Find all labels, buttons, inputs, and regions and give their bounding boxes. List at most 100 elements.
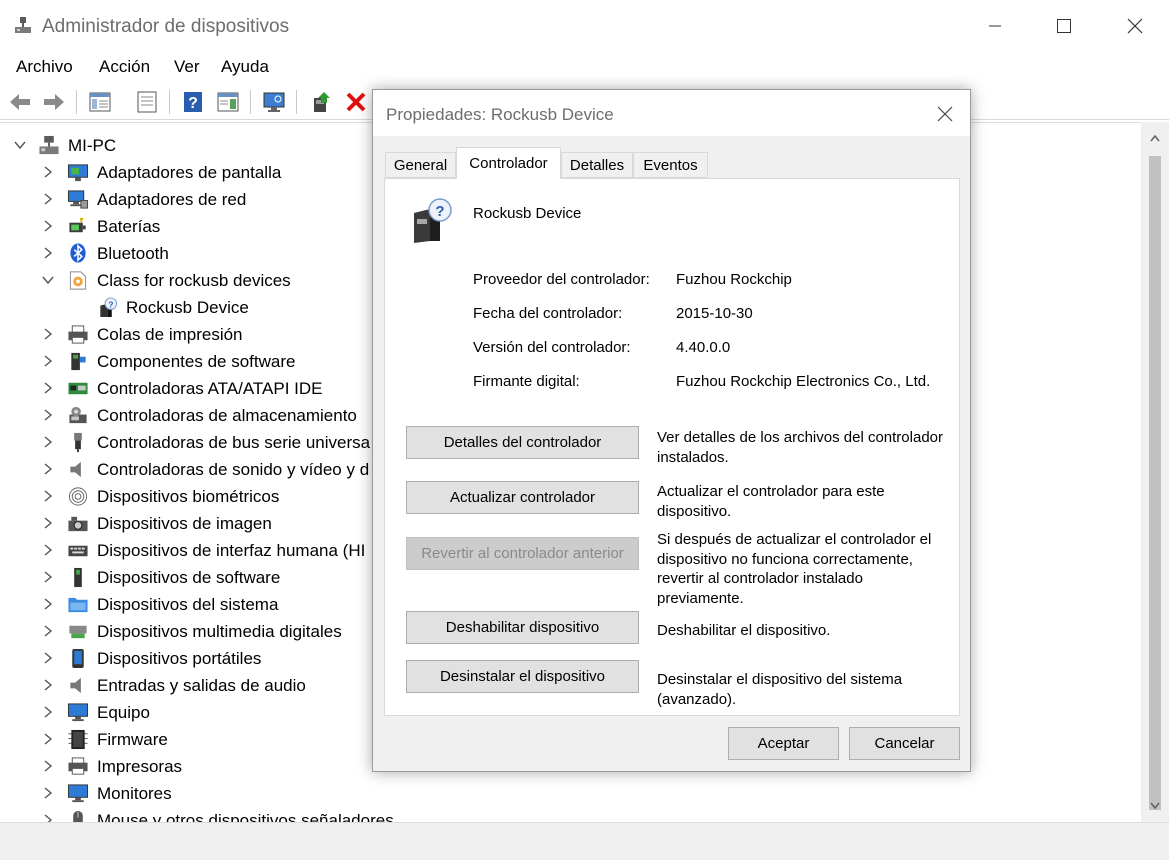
prop-label-date: Fecha del controlador: [473, 305, 623, 322]
disable-device-button[interactable]: Deshabilitar dispositivo [406, 611, 639, 644]
tree-item-label: Firmware [97, 730, 168, 749]
chevron-right-icon[interactable] [42, 652, 54, 664]
forward-arrow-icon[interactable] [42, 90, 66, 114]
driver-tab-panel: ? Rockusb Device Proveedor del controlad… [384, 178, 960, 716]
prop-label-provider: Proveedor del controlador: [473, 271, 650, 288]
cancel-button[interactable]: Cancelar [849, 727, 960, 760]
tree-item-label: Controladoras ATA/ATAPI IDE [97, 379, 323, 398]
rockusb-class-icon [69, 271, 87, 290]
tree-item-label: Dispositivos multimedia digitales [97, 622, 342, 641]
help-icon[interactable]: ? [181, 90, 205, 114]
chevron-right-icon[interactable] [42, 355, 54, 367]
prop-value-date: 2015-10-30 [676, 305, 753, 322]
multimedia-icon [69, 625, 87, 639]
scan-hardware-icon[interactable] [262, 90, 286, 114]
chevron-right-icon[interactable] [42, 706, 54, 718]
chevron-right-icon[interactable] [42, 220, 54, 232]
chevron-right-icon[interactable] [42, 517, 54, 529]
uninstall-x-icon[interactable] [344, 90, 368, 114]
chevron-right-icon[interactable] [42, 625, 54, 637]
bluetooth-icon [70, 243, 86, 263]
tree-item-label: Mouse y otros dispositivos señaladores [97, 811, 394, 822]
scroll-down-icon[interactable] [1150, 802, 1160, 810]
chevron-right-icon[interactable] [42, 328, 54, 340]
svg-text:?: ? [435, 203, 444, 220]
chevron-right-icon[interactable] [42, 598, 54, 610]
chevron-right-icon[interactable] [42, 760, 54, 772]
fingerprint-icon [68, 487, 88, 506]
usb-icon [74, 432, 82, 453]
chevron-right-icon[interactable] [42, 679, 54, 691]
scroll-up-icon[interactable] [1150, 134, 1160, 142]
dialog-title: Propiedades: Rockusb Device [386, 105, 614, 124]
chevron-right-icon[interactable] [42, 166, 54, 178]
close-icon [937, 106, 953, 122]
ok-button[interactable]: Aceptar [728, 727, 839, 760]
chevron-right-icon[interactable] [42, 247, 54, 259]
properties-icon[interactable] [135, 90, 159, 114]
software-device-icon [74, 567, 82, 588]
chevron-right-icon[interactable] [42, 490, 54, 502]
monitor-icon [67, 784, 89, 803]
tab-controlador[interactable]: Controlador [456, 147, 561, 179]
chevron-right-icon[interactable] [42, 193, 54, 205]
properties-dialog: Propiedades: Rockusb Device General Cont… [372, 89, 971, 772]
tab-detalles[interactable]: Detalles [561, 152, 633, 178]
driver-details-description: Ver detalles de los archivos del control… [657, 429, 943, 466]
system-folder-icon [68, 597, 88, 613]
close-icon [1127, 18, 1143, 34]
rockusb-device-icon: ? [414, 198, 452, 243]
tree-item[interactable]: Mouse y otros dispositivos señaladores [0, 807, 1140, 822]
chevron-right-icon[interactable] [42, 382, 54, 394]
pc-icon [39, 135, 59, 155]
chevron-right-icon[interactable] [42, 436, 54, 448]
show-hide-console-tree-icon[interactable] [88, 90, 112, 114]
minimize-button[interactable] [972, 10, 1018, 42]
maximize-button[interactable] [1041, 10, 1087, 42]
tree-item-label: Baterías [97, 217, 161, 236]
keyboard-icon [68, 545, 88, 557]
chevron-right-icon[interactable] [42, 571, 54, 583]
disable-device-description: Deshabilitar el dispositivo. [657, 622, 831, 639]
software-component-icon [71, 352, 86, 371]
chevron-right-icon[interactable] [42, 409, 54, 421]
tree-item-label: Controladoras de sonido y vídeo y d [97, 460, 370, 479]
minimize-icon [989, 25, 1001, 27]
back-arrow-icon[interactable] [8, 90, 32, 114]
menu-ver[interactable]: Ver [174, 57, 200, 77]
chevron-right-icon[interactable] [42, 463, 54, 475]
chevron-right-icon[interactable] [42, 814, 54, 822]
menu-archivo[interactable]: Archivo [16, 57, 73, 77]
close-button[interactable] [1112, 10, 1158, 42]
action-pane-icon[interactable] [216, 90, 240, 114]
tab-general[interactable]: General [385, 152, 456, 178]
chevron-right-icon[interactable] [42, 787, 54, 799]
dialog-close-button[interactable] [929, 100, 961, 128]
display-adapter-icon [67, 164, 89, 182]
print-queue-icon [68, 325, 88, 344]
chevron-right-icon[interactable] [42, 733, 54, 745]
tree-item-label: Monitores [97, 784, 172, 803]
menu-ayuda[interactable]: Ayuda [221, 57, 269, 77]
vertical-scrollbar[interactable] [1141, 122, 1169, 822]
update-driver-icon[interactable] [310, 90, 334, 114]
scrollbar-thumb[interactable] [1149, 156, 1161, 810]
tree-item-label: Adaptadores de red [97, 190, 247, 209]
menu-accion[interactable]: Acción [99, 57, 150, 77]
update-driver-button[interactable]: Actualizar controlador [406, 481, 639, 514]
tree-item-label: Impresoras [97, 757, 183, 776]
tab-eventos[interactable]: Eventos [633, 152, 708, 178]
prop-label-version: Versión del controlador: [473, 339, 631, 356]
tree-item-label: Controladoras de almacenamiento [97, 406, 357, 425]
ide-controller-icon [68, 382, 88, 395]
update-driver-description: Actualizar el controlador para este disp… [657, 483, 885, 520]
tree-item-label: MI-PC [68, 136, 117, 155]
tree-item[interactable]: Monitores [0, 780, 1140, 807]
driver-details-button[interactable]: Detalles del controlador [406, 426, 639, 459]
chevron-down-icon[interactable] [14, 139, 26, 151]
chevron-down-icon[interactable] [42, 274, 54, 286]
uninstall-device-button[interactable]: Desinstalar el dispositivo [406, 660, 639, 693]
chevron-right-icon[interactable] [42, 544, 54, 556]
tree-item-label: Dispositivos del sistema [97, 595, 279, 614]
menu-bar: Archivo Acción Ver Ayuda [0, 52, 1169, 82]
